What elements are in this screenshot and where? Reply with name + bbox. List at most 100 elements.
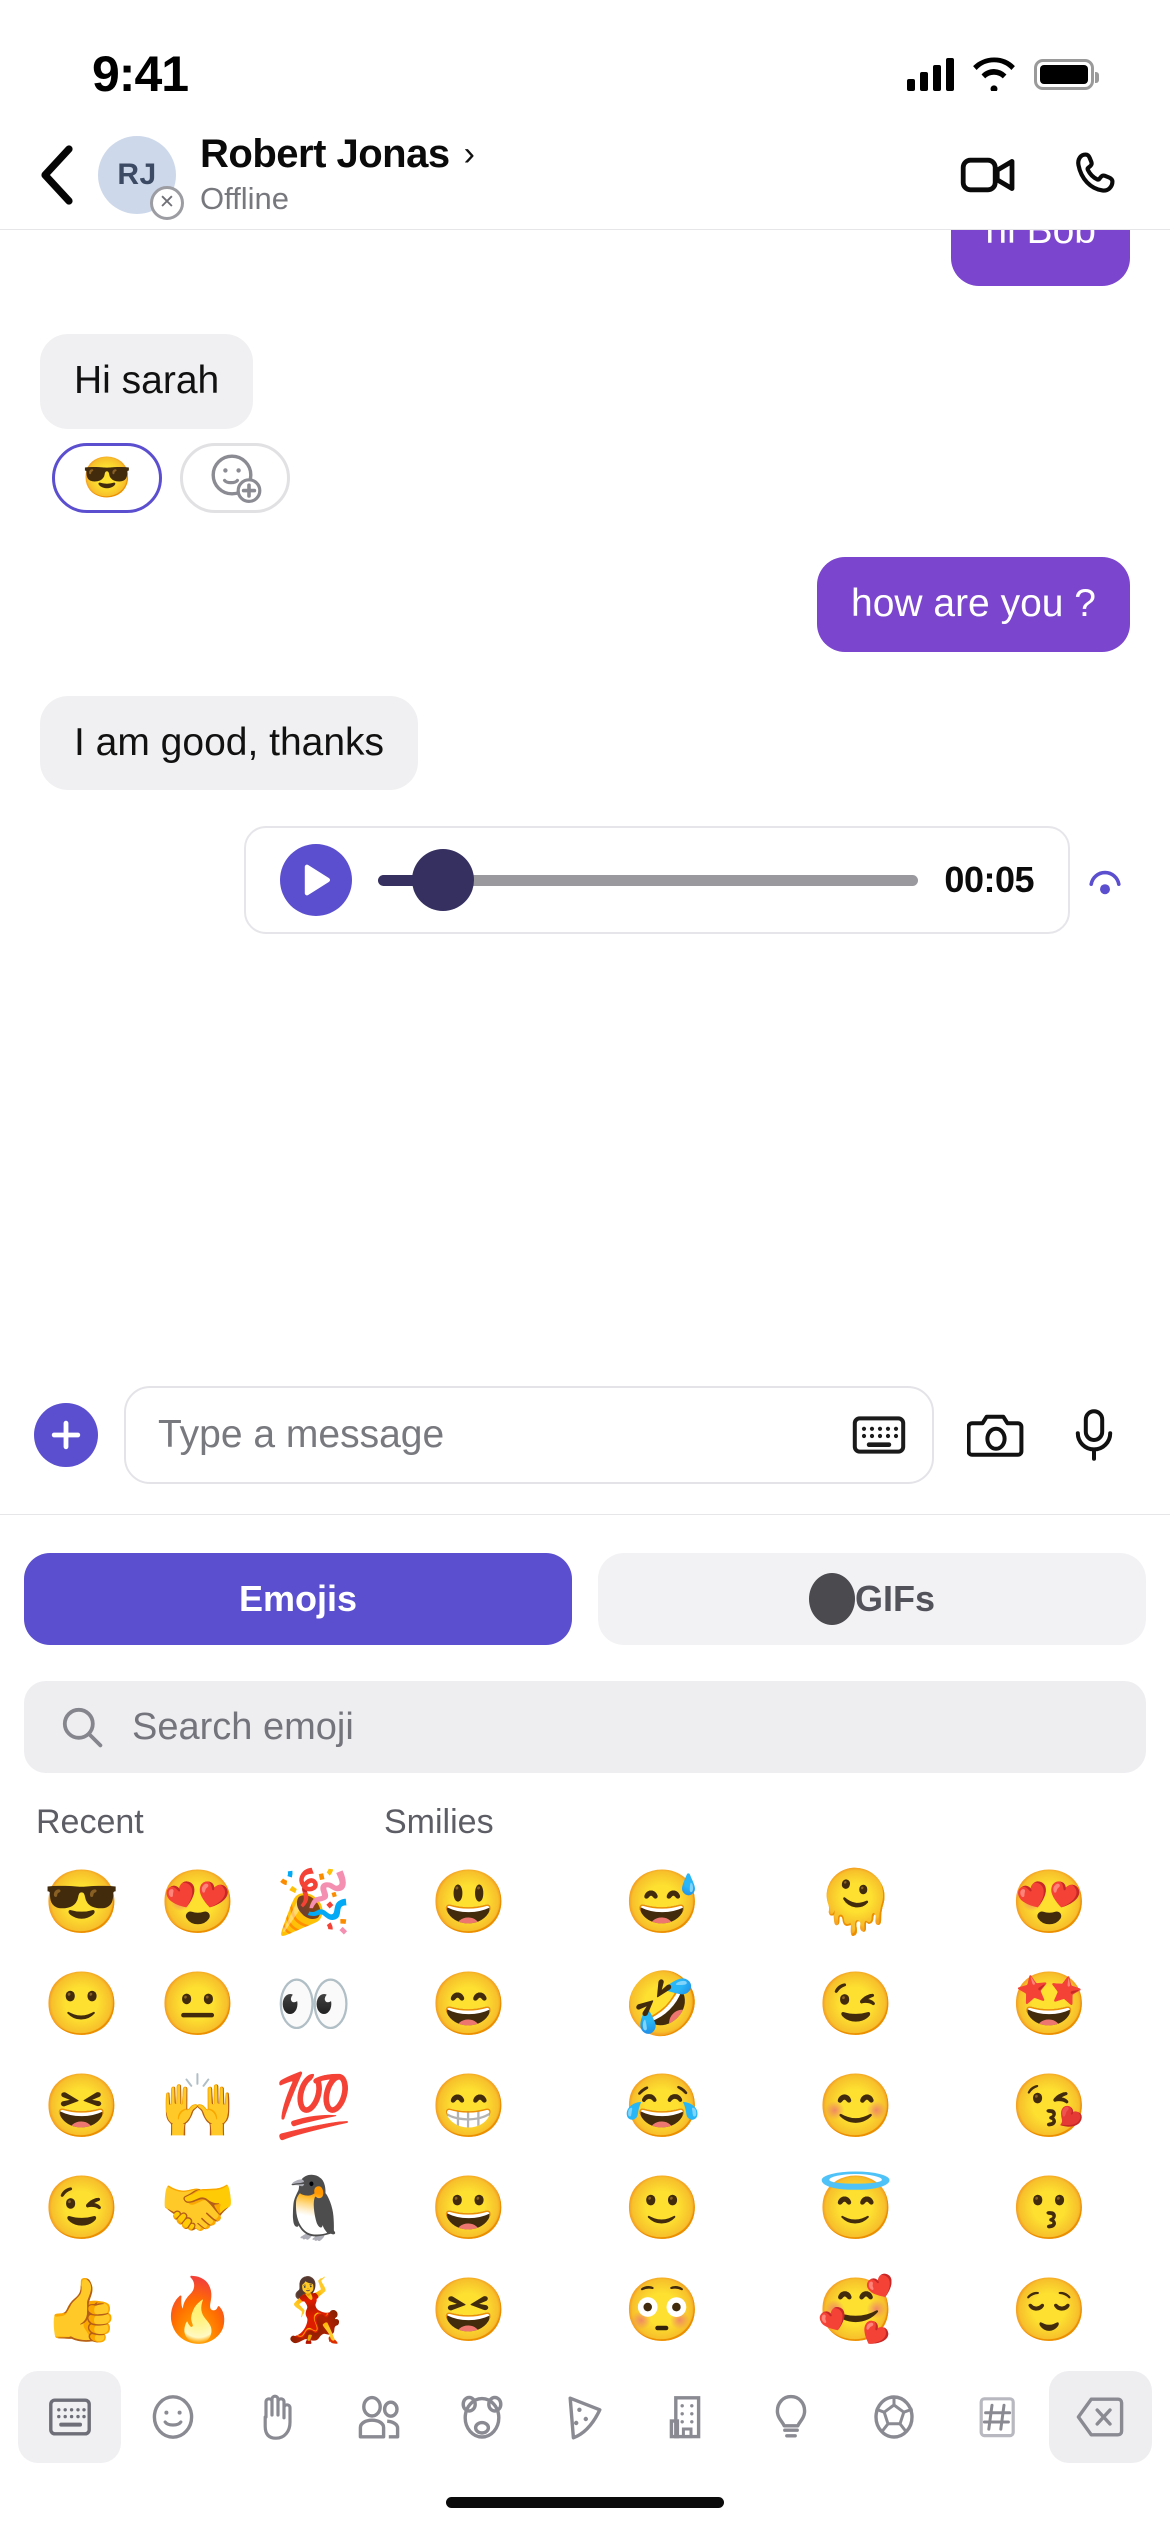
emoji-cell[interactable]: 😘 (953, 2056, 1147, 2158)
emoji-cell[interactable]: 🎉 (256, 1852, 372, 1954)
reaction-bar: 😎 (52, 442, 1130, 513)
emoji-cell[interactable]: 😄 (372, 1954, 566, 2056)
category-travel[interactable] (637, 2371, 740, 2463)
emoji-cell[interactable]: 😁 (372, 2056, 566, 2158)
tab-emojis[interactable]: Emojis (24, 1553, 572, 1645)
peer-info[interactable]: Robert Jonas › Offline (200, 132, 960, 217)
status-indicators (907, 57, 1099, 91)
emoji-cell[interactable]: 🤩 (953, 1954, 1147, 2056)
emoji-cell[interactable]: 😂 (566, 2056, 760, 2158)
header-actions (960, 150, 1122, 200)
emoji-cell[interactable]: 🥰 (759, 2260, 953, 2362)
category-objects[interactable] (740, 2371, 843, 2463)
message-bubble-outgoing[interactable]: hi Bob (951, 230, 1130, 286)
message-bubble-outgoing[interactable]: how are you ? (817, 556, 1130, 652)
chat-header: RJ ✕ Robert Jonas › Offline (0, 120, 1170, 230)
emoji-cell[interactable]: 🙌 (140, 2056, 256, 2158)
attach-button[interactable] (34, 1402, 98, 1467)
progress-remaining (426, 874, 919, 886)
sending-indicator-glyph (1089, 871, 1121, 895)
section-title: Smilies (384, 1803, 494, 1841)
reaction-chip-sunglasses[interactable]: 😎 (52, 442, 162, 513)
emoji-grid-smilies[interactable]: 😃 😅 🫠 😍 😄 🤣 😉 🤩 😁 😂 😊 😘 😀 🙂 😇 😗 😆 😳 🥰 😌 (372, 1852, 1146, 2362)
chat-screen: 9:41 RJ ✕ Robert Jonas › Offline hi Bob … (0, 0, 1170, 2532)
add-reaction-button[interactable] (180, 442, 290, 513)
emoji-cell[interactable]: 🙂 (566, 2158, 760, 2260)
phone-icon[interactable] (1072, 150, 1122, 200)
emoji-cell[interactable]: 😉 (759, 1954, 953, 2056)
emoji-cell[interactable]: 😊 (759, 2056, 953, 2158)
emoji-cell[interactable]: 😍 (953, 1852, 1147, 1954)
play-icon (304, 864, 330, 896)
emoji-cell[interactable]: 🤝 (140, 2158, 256, 2260)
emoji-cell[interactable]: 😉 (24, 2158, 140, 2260)
avatar[interactable]: RJ ✕ (98, 135, 184, 220)
emoji-cell[interactable]: 🤣 (566, 1954, 760, 2056)
emoji-cell[interactable]: 😆 (24, 2056, 140, 2158)
emoji-cell[interactable]: 👍 (24, 2260, 140, 2362)
play-button[interactable] (280, 844, 352, 917)
emoji-cell[interactable]: 🫠 (759, 1852, 953, 1954)
category-symbols[interactable] (946, 2371, 1049, 2463)
emoji-cell[interactable]: 😀 (372, 2158, 566, 2260)
emoji-cell[interactable]: 🔥 (140, 2260, 256, 2362)
category-keyboard[interactable] (18, 2371, 136, 2463)
video-camera-icon[interactable] (960, 153, 1016, 197)
category-food[interactable] (533, 2371, 636, 2463)
emoji-search-placeholder: Search emoji (132, 1705, 354, 1748)
message-bubble-incoming[interactable]: I am good, thanks (40, 695, 419, 791)
category-smilies[interactable] (121, 2371, 224, 2463)
emoji-cell[interactable]: 😆 (372, 2260, 566, 2362)
presence-status: Offline (200, 181, 290, 216)
plus-icon (51, 1420, 81, 1449)
emoji-cell[interactable]: 😇 (759, 2158, 953, 2260)
emoji-cell[interactable]: 😗 (953, 2158, 1147, 2260)
object-bulb-icon (775, 2394, 807, 2438)
gif-circle-icon (808, 1573, 855, 1625)
emoji-sections: Recent 😎 😍 🎉 🙂 😐 👀 😆 🙌 💯 😉 🤝 🐧 👍 🔥 💃 Smilies 😃 😅 🫠 😍 😄 🤣 😉 🤩 😁… (0, 1773, 1170, 2362)
emoji-cell[interactable]: 😳 (566, 2260, 760, 2362)
category-backspace[interactable] (1048, 2371, 1153, 2463)
emoji-search-input[interactable]: Search emoji (24, 1681, 1146, 1773)
emoji-cell[interactable]: 😐 (140, 1954, 256, 2056)
category-activity[interactable] (843, 2371, 946, 2463)
voice-message-player[interactable]: 00:05 (244, 826, 1070, 935)
emoji-cell[interactable]: 😃 (372, 1852, 566, 1954)
emoji-cell[interactable]: 💃 (256, 2260, 372, 2362)
audio-progress-slider[interactable] (378, 849, 919, 912)
progress-thumb[interactable] (412, 849, 474, 912)
emoji-cell[interactable]: 🙂 (24, 1954, 140, 2056)
cellular-bars-icon (907, 57, 954, 91)
reaction-emoji: 😎 (82, 456, 132, 501)
section-title: Recent (36, 1803, 144, 1841)
emoji-cell[interactable]: 😎 (24, 1852, 140, 1954)
search-icon (62, 1707, 103, 1748)
message-bubble-incoming[interactable]: Hi sarah (40, 334, 254, 429)
emoji-cell[interactable]: 😅 (566, 1852, 760, 1954)
camera-icon (967, 1414, 1024, 1457)
microphone-button[interactable] (1058, 1408, 1130, 1462)
emoji-panel: Emojis GIFs Search emoji Recent 😎 😍 🎉 🙂 😐 👀 😆 🙌… (0, 1515, 1170, 2472)
keyboard-icon[interactable] (852, 1414, 906, 1456)
emoji-cell[interactable]: 👀 (256, 1954, 372, 2056)
tab-gifs-label: GIFs (854, 1578, 935, 1619)
camera-button[interactable] (960, 1410, 1032, 1460)
message-input[interactable]: Type a message (124, 1385, 934, 1484)
category-people[interactable] (327, 2371, 430, 2463)
back-button[interactable] (26, 144, 88, 205)
emoji-cell[interactable]: 🐧 (256, 2158, 372, 2260)
sending-indicator-icon (1084, 865, 1126, 895)
food-icon (568, 2396, 602, 2440)
emoji-grid-recent[interactable]: 😎 😍 🎉 🙂 😐 👀 😆 🙌 💯 😉 🤝 🐧 👍 🔥 💃 (24, 1852, 372, 2362)
message-list[interactable]: hi Bob Hi sarah 😎 how are you ? I am goo… (0, 230, 1170, 1355)
message-input-bar: Type a message (0, 1355, 1170, 1515)
tab-gifs[interactable]: GIFs (598, 1553, 1146, 1645)
emoji-cell[interactable]: 💯 (256, 2056, 372, 2158)
category-hand[interactable] (224, 2371, 327, 2463)
emoji-cell[interactable]: 😍 (140, 1852, 256, 1954)
emoji-cell[interactable]: 😌 (953, 2260, 1147, 2362)
category-animals[interactable] (430, 2371, 533, 2463)
back-chevron-icon (41, 144, 73, 205)
message-row: how are you ? (40, 556, 1130, 652)
status-bar: 9:41 (0, 0, 1170, 120)
